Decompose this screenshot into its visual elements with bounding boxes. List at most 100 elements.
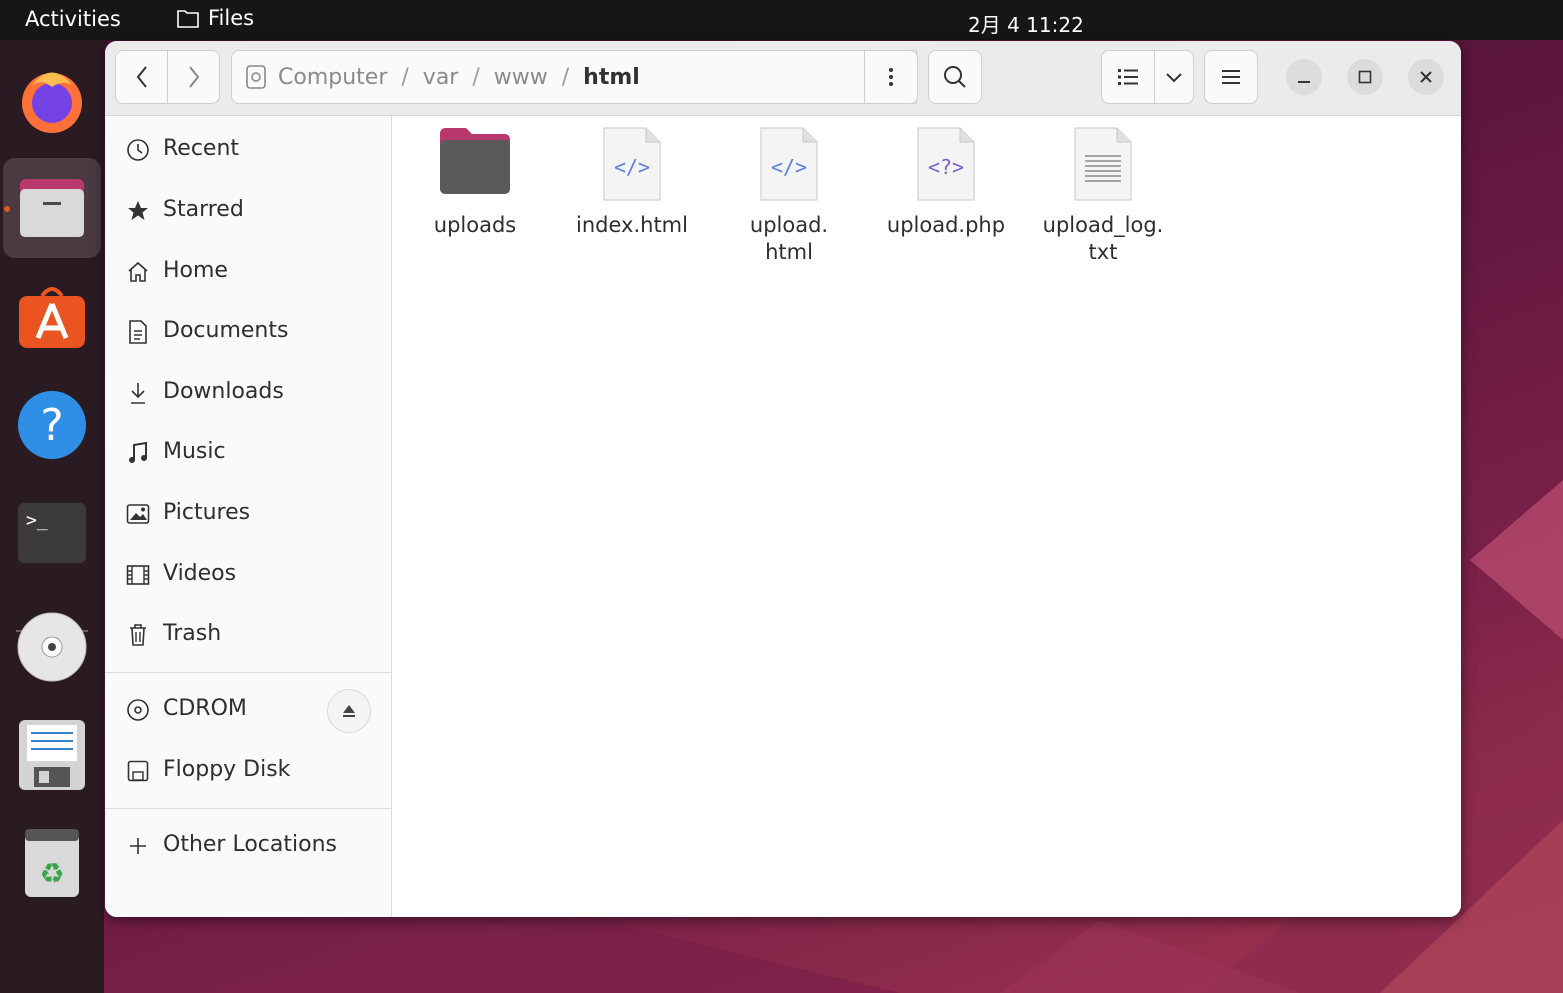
header-bar: Computer / var / www / html: [105, 41, 1461, 116]
dock-cdrom[interactable]: [3, 597, 101, 697]
dock-app-center[interactable]: [3, 265, 101, 365]
app-center-icon: [19, 287, 85, 348]
svg-text:♻: ♻: [39, 857, 64, 890]
search-icon: [944, 66, 966, 88]
close-button[interactable]: [1408, 59, 1444, 95]
sidebar-item-label: Other Locations: [163, 832, 337, 857]
app-menu[interactable]: Files: [176, 6, 254, 30]
eject-icon: [343, 705, 355, 717]
files-icon: [20, 179, 84, 237]
search-button[interactable]: [928, 50, 982, 104]
file-name: upload.php: [886, 213, 1006, 237]
file-name: index.html: [576, 213, 688, 237]
drive-icon: [232, 65, 274, 89]
dock: ? >_ ♻: [0, 40, 104, 993]
sidebar-item-label: Floppy Disk: [163, 757, 291, 782]
sidebar-item-label: Documents: [163, 318, 289, 343]
file-item-upload-log-txt[interactable]: upload_log. txt: [1030, 126, 1176, 266]
vertical-dots-icon: [889, 68, 893, 86]
sidebar-item-label: Home: [163, 258, 228, 283]
eject-button[interactable]: [327, 689, 371, 733]
dock-help[interactable]: ?: [3, 375, 101, 475]
sidebar-item-trash[interactable]: Trash: [105, 607, 391, 663]
dock-firefox[interactable]: [3, 50, 101, 150]
sidebar-item-videos[interactable]: Videos: [105, 547, 391, 603]
php-file-icon: <?>: [873, 126, 1019, 202]
sidebar-item-downloads[interactable]: Downloads: [105, 365, 391, 421]
trash-icon: [125, 622, 151, 648]
svg-text:>_: >_: [26, 510, 48, 531]
clock-icon: [125, 137, 151, 163]
dock-files[interactable]: [3, 158, 101, 258]
breadcrumb-var[interactable]: var: [419, 65, 463, 90]
sidebar-item-cdrom[interactable]: CDROM: [105, 682, 391, 738]
sidebar-item-documents[interactable]: Documents: [105, 304, 391, 360]
folder-icon: [177, 10, 199, 28]
star-icon: [125, 198, 151, 224]
main-menu-button[interactable]: [1204, 50, 1258, 104]
sidebar-item-label: Starred: [163, 197, 244, 222]
file-item-index-html[interactable]: </> index.html: [559, 126, 705, 239]
sidebar-item-label: Trash: [163, 621, 222, 646]
breadcrumb-separator: /: [472, 64, 480, 90]
breadcrumb-separator: /: [561, 64, 570, 90]
disc-icon: [125, 697, 151, 723]
activities-button[interactable]: Activities: [25, 7, 121, 31]
sidebar-item-starred[interactable]: Starred: [105, 183, 391, 239]
file-name: upload. html: [749, 213, 829, 264]
chevron-down-icon: [1166, 73, 1182, 83]
html-file-icon: </>: [716, 126, 862, 202]
list-view-button[interactable]: [1101, 50, 1155, 104]
file-name: upload_log. txt: [1042, 213, 1164, 264]
back-button[interactable]: [115, 50, 168, 104]
sidebar-item-label: CDROM: [163, 696, 247, 721]
sidebar-item-floppy-disk[interactable]: Floppy Disk: [105, 743, 391, 799]
html-file-icon: </>: [559, 126, 705, 202]
dock-trash[interactable]: ♻: [3, 813, 101, 913]
forward-button[interactable]: [167, 50, 220, 104]
clock[interactable]: 2月 4 11:22: [968, 9, 1084, 38]
sidebar-item-label: Pictures: [163, 500, 251, 525]
sidebar-item-recent[interactable]: Recent: [105, 122, 391, 178]
chevron-left-icon: [136, 66, 147, 88]
cdrom-icon: [17, 612, 87, 682]
view-options-button[interactable]: [1154, 50, 1194, 104]
sidebar-item-pictures[interactable]: Pictures: [105, 486, 391, 542]
music-icon: [125, 440, 151, 466]
folder-icon: [402, 126, 548, 202]
download-icon: [125, 380, 151, 406]
sidebar-item-label: Recent: [163, 136, 240, 161]
sidebar-item-home[interactable]: Home: [105, 244, 391, 300]
home-icon: [125, 259, 151, 285]
dock-floppy[interactable]: [3, 705, 101, 805]
breadcrumb-computer[interactable]: Computer: [274, 65, 391, 90]
text-file-icon: [1030, 126, 1176, 202]
sidebar-divider: [105, 808, 391, 809]
sidebar-item-label: Music: [163, 439, 226, 464]
file-name: uploads: [433, 213, 517, 237]
file-view: uploads </> index.html </> upload. html <…: [392, 116, 1461, 917]
file-item-upload-html[interactable]: </> upload. html: [716, 126, 862, 266]
minimize-button[interactable]: [1286, 59, 1322, 95]
breadcrumb-www[interactable]: www: [490, 65, 552, 90]
help-icon: ?: [18, 391, 86, 459]
path-menu-button[interactable]: [864, 50, 918, 104]
chevron-right-icon: [188, 66, 199, 88]
breadcrumb-html[interactable]: html: [579, 65, 644, 90]
running-indicator: [4, 206, 10, 212]
floppy-icon: [19, 720, 85, 790]
file-item-upload-php[interactable]: <?> upload.php: [873, 126, 1019, 239]
file-item-uploads[interactable]: uploads: [402, 126, 548, 239]
path-bar[interactable]: Computer / var / www / html: [231, 50, 917, 104]
terminal-icon: >_: [18, 503, 86, 563]
firefox-icon: [22, 72, 82, 133]
svg-text:</>: </>: [614, 155, 650, 179]
dock-terminal[interactable]: >_: [3, 483, 101, 583]
sidebar-item-other-locations[interactable]: Other Locations: [105, 818, 391, 874]
breadcrumb-separator: /: [401, 64, 409, 90]
document-icon: [125, 319, 151, 345]
minimize-icon: [1298, 81, 1310, 83]
top-bar: Activities Files 2月 4 11:22: [0, 0, 1563, 40]
maximize-button[interactable]: [1347, 59, 1383, 95]
sidebar-item-music[interactable]: Music: [105, 425, 391, 481]
